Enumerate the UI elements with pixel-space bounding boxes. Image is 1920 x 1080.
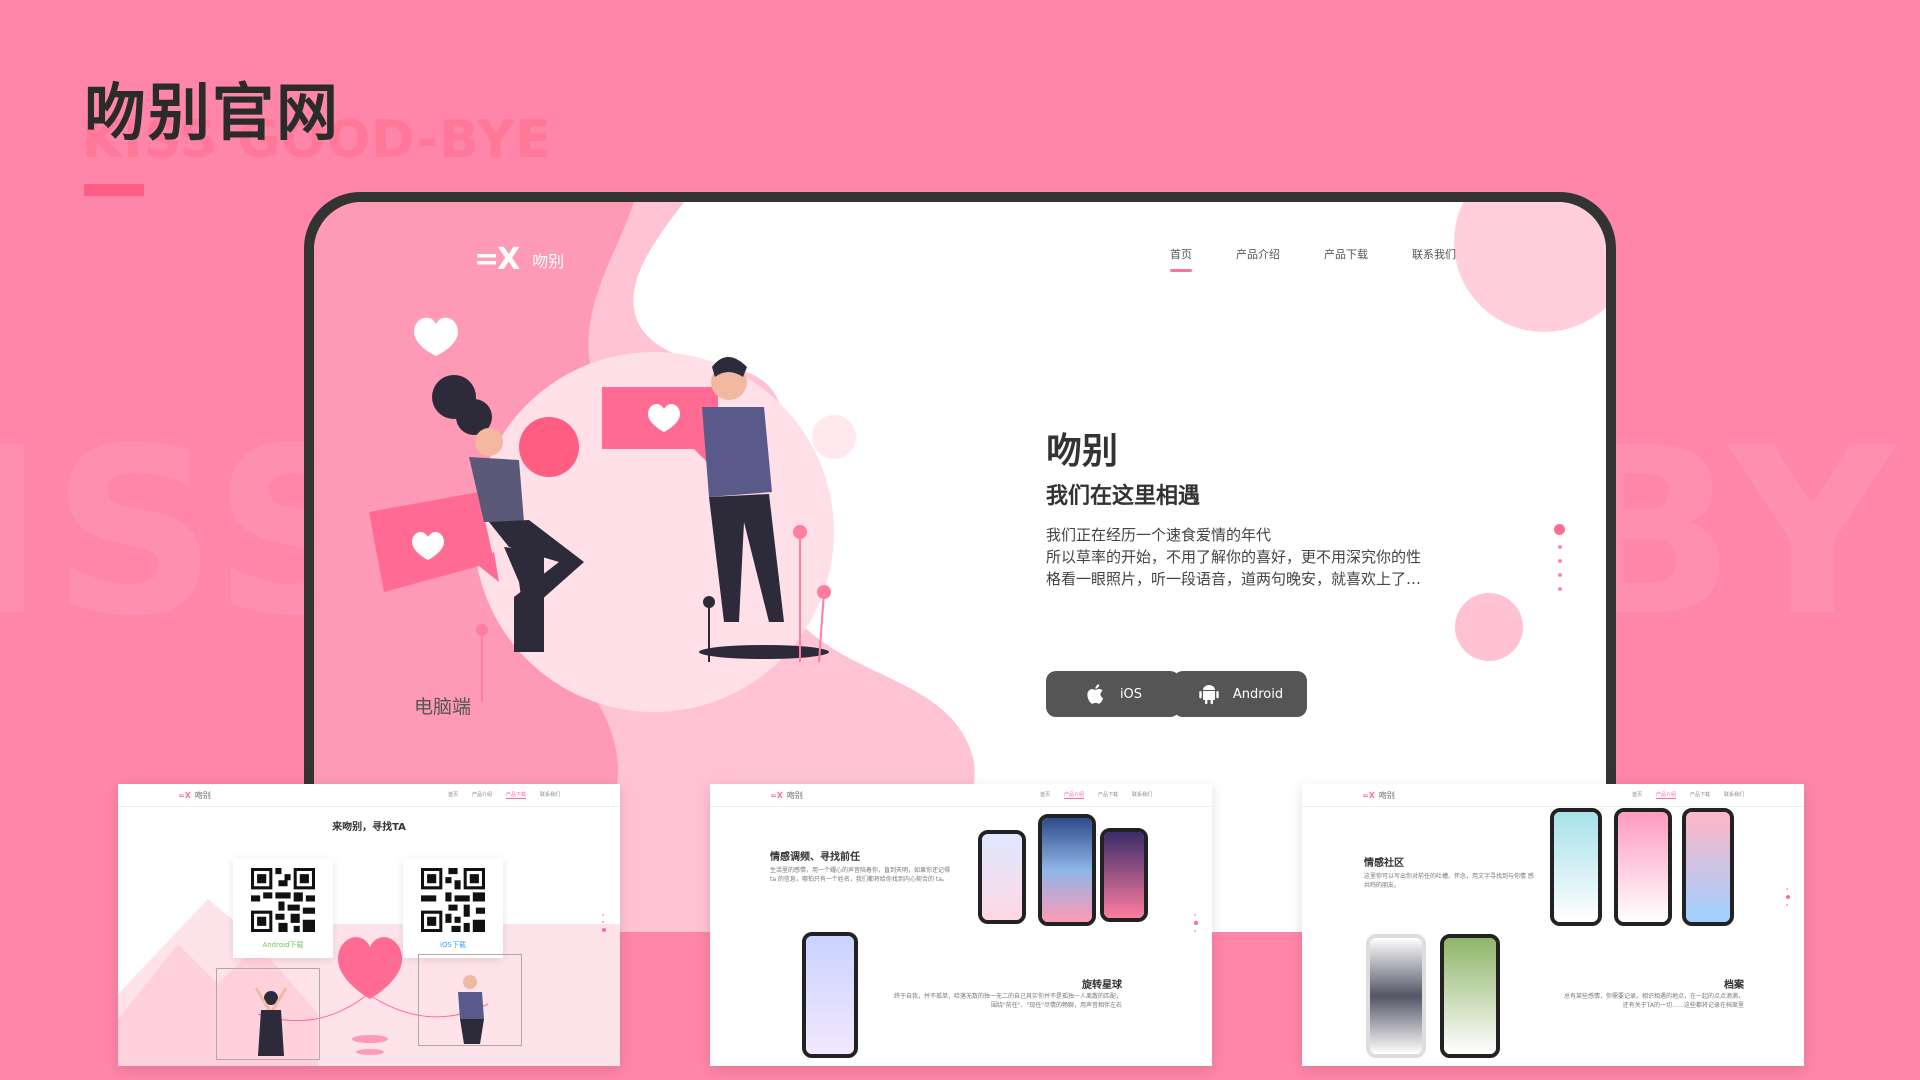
mini-nav: =X 吻别 首页 产品介绍 产品下载 联系我们 bbox=[710, 784, 1212, 807]
feature-heading-1: 情感调频、寻找前任 bbox=[770, 852, 860, 863]
android-qr-label: Android下载 bbox=[262, 941, 304, 949]
android-button-label: Android bbox=[1232, 686, 1284, 702]
card-slide-dots bbox=[1786, 888, 1790, 906]
mini-nav: =X 吻别 首页 产品介绍 产品下载 联系我们 bbox=[1302, 784, 1804, 807]
features-page-preview: =X 吻别 首页 产品介绍 产品下载 联系我们 情感调频、寻找前任 生活里的感情，用一个… bbox=[710, 784, 1212, 1066]
android-icon bbox=[1199, 685, 1219, 705]
hero-subtitle: 我们在这里相遇 bbox=[1046, 484, 1201, 509]
slide-dot[interactable] bbox=[1557, 559, 1562, 563]
nav-contact[interactable]: 联系我们 bbox=[1412, 246, 1456, 272]
mini-links: 首页 产品介绍 产品下载 联系我们 bbox=[1631, 792, 1744, 799]
ios-button-label: iOS bbox=[1119, 686, 1143, 702]
site-logo[interactable]: =X 吻别 bbox=[474, 242, 564, 277]
mini-logo: =X 吻别 bbox=[1362, 791, 1395, 800]
feature-text-2: 终于自我，并不孤单，哈落无数的独一无二的自己其实你并不是孤独一人离散的匹配，围绕… bbox=[893, 993, 1122, 1009]
man-card-illustration bbox=[418, 954, 522, 1046]
phone-mockup bbox=[802, 932, 858, 1058]
woman-card-illustration bbox=[216, 968, 320, 1060]
logo-mark: =X bbox=[474, 242, 520, 277]
download-page-preview: =X 吻别 首页 产品介绍 产品下载 联系我们 来吻别，寻找TA Android下载 i… bbox=[118, 784, 620, 1066]
community-heading-1: 情感社区 bbox=[1364, 858, 1404, 869]
phone-mockup bbox=[1440, 934, 1500, 1058]
card-slide-dots bbox=[1194, 914, 1198, 932]
slide-dot[interactable] bbox=[1557, 587, 1562, 591]
phone-mockup bbox=[1366, 934, 1426, 1058]
community-text-1: 这里你可以写出你对前任的吐槽、怀念，用文字寻找到与你情 感共鸣的朋友。 bbox=[1364, 873, 1534, 889]
android-qr-code[interactable]: Android下载 bbox=[233, 858, 333, 958]
hero-description: 我们正在经历一个速食爱情的年代 所以草率的开始，不用了解你的喜好，更不用深究你的… bbox=[1046, 524, 1466, 590]
slide-dot[interactable] bbox=[1557, 573, 1562, 577]
android-download-button[interactable]: Android bbox=[1173, 671, 1307, 717]
phone-mockup bbox=[1614, 808, 1672, 926]
qr-code-icon bbox=[421, 868, 485, 932]
site-nav: 首页 产品介绍 产品下载 联系我们 bbox=[1170, 246, 1456, 272]
download-heading: 来吻别，寻找TA bbox=[332, 822, 406, 833]
hero-desc-line: 格看一眼照片，听一段语音，道两句晚安，就喜欢上了… bbox=[1046, 570, 1422, 588]
slide-dot-active[interactable] bbox=[1554, 524, 1565, 535]
feature-heading-2: 旋转星球 bbox=[1082, 980, 1122, 991]
feature-text-1: 生活里的感情，用一个耀心的声音陪着你，直到天明，如果你还记得 ta 的信息，哪怕… bbox=[770, 867, 951, 883]
pc-version-label: 电脑端 bbox=[414, 696, 472, 718]
phone-mockup bbox=[1038, 814, 1096, 926]
phone-mockup bbox=[1682, 808, 1734, 926]
community-text-2: 总有某些感情，你需要记录。相识相遇的地点，在一起的点点滴滴，还有关于TA的一切…… bbox=[1564, 993, 1745, 1009]
ios-download-button[interactable]: iOS bbox=[1046, 671, 1180, 717]
hero-title: 吻别 bbox=[1046, 431, 1119, 472]
mini-links: 首页 产品介绍 产品下载 联系我们 bbox=[1039, 792, 1152, 799]
community-page-preview: =X 吻别 首页 产品介绍 产品下载 联系我们 情感社区 这里你可以写出你对前任的吐槽、… bbox=[1302, 784, 1804, 1066]
phone-mockup bbox=[1100, 828, 1148, 922]
qr-code-icon bbox=[251, 868, 315, 932]
slide-dots bbox=[1554, 524, 1565, 591]
nav-product-intro[interactable]: 产品介绍 bbox=[1236, 246, 1280, 272]
title-underline bbox=[84, 184, 144, 196]
logo-text: 吻别 bbox=[532, 251, 565, 271]
apple-icon bbox=[1087, 684, 1104, 704]
mini-logo: =X 吻别 bbox=[770, 791, 803, 800]
card-slide-dots bbox=[602, 914, 606, 932]
community-heading-2: 档案 bbox=[1724, 980, 1744, 991]
nav-home[interactable]: 首页 bbox=[1170, 246, 1192, 272]
ios-qr-code[interactable]: iOS下载 bbox=[403, 858, 503, 958]
hero-desc-line: 所以草率的开始，不用了解你的喜好，更不用深究你的性 bbox=[1046, 548, 1422, 566]
phone-mockup bbox=[978, 830, 1026, 924]
slide-dot[interactable] bbox=[1557, 545, 1562, 549]
phone-mockup bbox=[1550, 808, 1602, 926]
nav-product-download[interactable]: 产品下载 bbox=[1324, 246, 1368, 272]
ios-qr-label: iOS下载 bbox=[440, 941, 466, 949]
hero-desc-line: 我们正在经历一个速食爱情的年代 bbox=[1046, 526, 1272, 544]
page-title: 吻别官网 bbox=[84, 76, 341, 149]
